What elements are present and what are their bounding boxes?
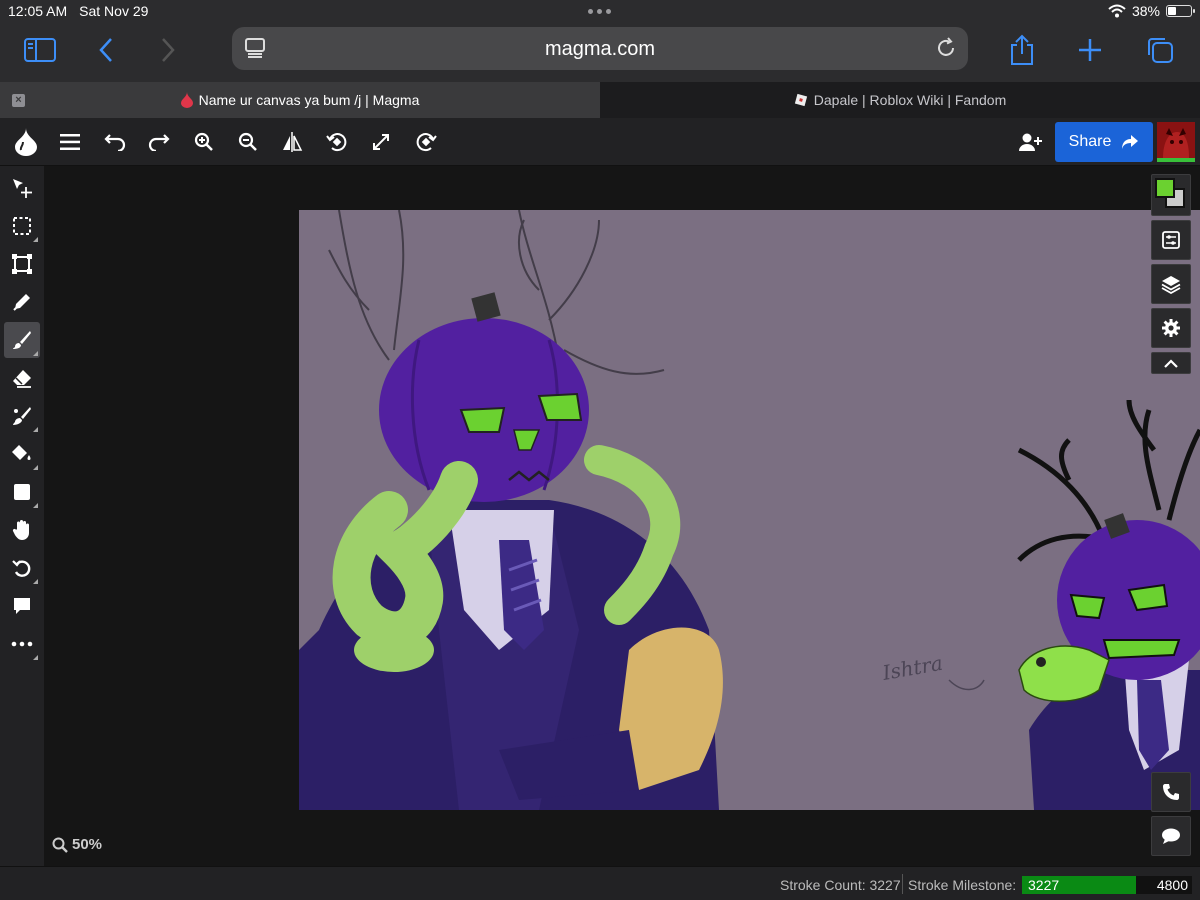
menu-icon[interactable] bbox=[58, 130, 82, 154]
redo-icon[interactable] bbox=[147, 130, 171, 154]
zoom-indicator[interactable]: 50% bbox=[52, 836, 102, 853]
eraser-tool-icon[interactable] bbox=[4, 360, 40, 396]
canvas-viewport[interactable]: Ishtra bbox=[44, 166, 1200, 866]
status-date: Sat Nov 29 bbox=[79, 3, 149, 19]
url-text: magma.com bbox=[544, 38, 656, 60]
status-time: 12:05 AM bbox=[8, 3, 68, 19]
share-arrow-icon bbox=[1122, 135, 1139, 149]
tab-switcher-icon[interactable] bbox=[1140, 32, 1180, 68]
share-label: Share bbox=[1068, 133, 1112, 150]
hand-tool-icon[interactable] bbox=[4, 512, 40, 548]
milestone-target: 4800 bbox=[1156, 877, 1188, 893]
tool-panel bbox=[0, 166, 44, 888]
zoom-in-icon[interactable] bbox=[192, 130, 216, 154]
adjustments-icon bbox=[1162, 231, 1180, 249]
divider bbox=[902, 874, 903, 894]
smudge-tool-icon[interactable] bbox=[4, 398, 40, 434]
voice-call-button[interactable] bbox=[1151, 772, 1191, 812]
reload-icon[interactable] bbox=[934, 36, 958, 60]
flip-icon[interactable] bbox=[280, 130, 304, 154]
layers-icon bbox=[1161, 276, 1181, 294]
back-icon[interactable] bbox=[86, 32, 126, 68]
rotate-right-icon[interactable] bbox=[414, 130, 438, 154]
tab-roblox-wiki[interactable]: Dapale | Roblox Wiki | Fandom bbox=[600, 82, 1200, 118]
chat-icon bbox=[1162, 828, 1180, 844]
magma-logo-icon[interactable] bbox=[14, 128, 38, 156]
rotate-left-icon[interactable] bbox=[325, 130, 349, 154]
fill-tool-icon[interactable] bbox=[4, 436, 40, 472]
stroke-milestone-progress: 3227 4800 bbox=[1022, 876, 1192, 894]
tab-strip: × Name ur canvas ya bum /j | Magma Dapal… bbox=[0, 82, 1200, 118]
close-tab-icon[interactable]: × bbox=[12, 94, 25, 107]
milestone-current: 3227 bbox=[1028, 877, 1060, 893]
multitask-dots-icon[interactable] bbox=[588, 9, 611, 14]
collapse-panel-button[interactable] bbox=[1151, 352, 1191, 374]
primary-color-swatch[interactable] bbox=[1155, 178, 1175, 198]
address-bar[interactable]: magma.com bbox=[232, 27, 968, 70]
drawing-canvas[interactable]: Ishtra bbox=[299, 210, 1200, 810]
adjustments-button[interactable] bbox=[1151, 220, 1191, 260]
browser-toolbar: magma.com bbox=[0, 24, 1200, 82]
transform-tool-icon[interactable] bbox=[4, 246, 40, 282]
undo-icon[interactable] bbox=[103, 130, 127, 154]
share-button[interactable]: Share bbox=[1055, 122, 1153, 162]
forward-icon[interactable] bbox=[148, 32, 188, 68]
artwork: Ishtra bbox=[299, 210, 1200, 810]
share-sheet-icon[interactable] bbox=[1002, 32, 1042, 68]
magma-drop-icon bbox=[180, 92, 193, 108]
gear-icon bbox=[1162, 319, 1180, 337]
zoom-out-icon[interactable] bbox=[236, 130, 260, 154]
rotate-view-tool-icon[interactable] bbox=[4, 550, 40, 586]
comment-tool-icon[interactable] bbox=[4, 588, 40, 624]
battery-icon bbox=[1166, 5, 1195, 17]
selection-tool-icon[interactable] bbox=[4, 208, 40, 244]
fullscreen-icon[interactable] bbox=[369, 130, 393, 154]
settings-button[interactable] bbox=[1151, 308, 1191, 348]
roblox-icon bbox=[794, 93, 807, 107]
phone-icon bbox=[1163, 784, 1179, 800]
avatar[interactable] bbox=[1157, 122, 1195, 162]
tab-magma[interactable]: × Name ur canvas ya bum /j | Magma bbox=[0, 82, 600, 118]
stroke-count: Stroke Count: 3227 bbox=[780, 877, 901, 893]
zoom-level: 50% bbox=[72, 836, 103, 853]
chevron-up-icon bbox=[1164, 358, 1178, 368]
shape-tool-icon[interactable] bbox=[4, 474, 40, 510]
new-tab-icon[interactable] bbox=[1070, 32, 1110, 68]
search-icon bbox=[52, 837, 68, 853]
status-bar: 12:05 AM Sat Nov 29 38% bbox=[0, 0, 1200, 24]
sidebar-icon[interactable] bbox=[20, 32, 60, 68]
status-footer: Stroke Count: 3227 Stroke Milestone: 322… bbox=[0, 866, 1200, 900]
chat-button[interactable] bbox=[1151, 816, 1191, 856]
stroke-milestone-label: Stroke Milestone: bbox=[908, 877, 1017, 893]
more-tools-icon[interactable] bbox=[4, 626, 40, 662]
battery-percent: 38% bbox=[1131, 3, 1160, 19]
pencil-tool-icon[interactable] bbox=[4, 284, 40, 320]
add-user-icon[interactable] bbox=[1019, 130, 1043, 154]
sketch-note: Ishtra bbox=[880, 651, 945, 685]
magma-toolbar: Share bbox=[0, 118, 1200, 166]
tab-title: Name ur canvas ya bum /j | Magma bbox=[198, 92, 420, 108]
wifi-icon bbox=[1108, 4, 1126, 18]
brush-tool-icon[interactable] bbox=[4, 322, 40, 358]
layers-button[interactable] bbox=[1151, 264, 1191, 304]
tab-title: Dapale | Roblox Wiki | Fandom bbox=[813, 92, 1007, 108]
move-tool-icon[interactable] bbox=[4, 170, 40, 206]
